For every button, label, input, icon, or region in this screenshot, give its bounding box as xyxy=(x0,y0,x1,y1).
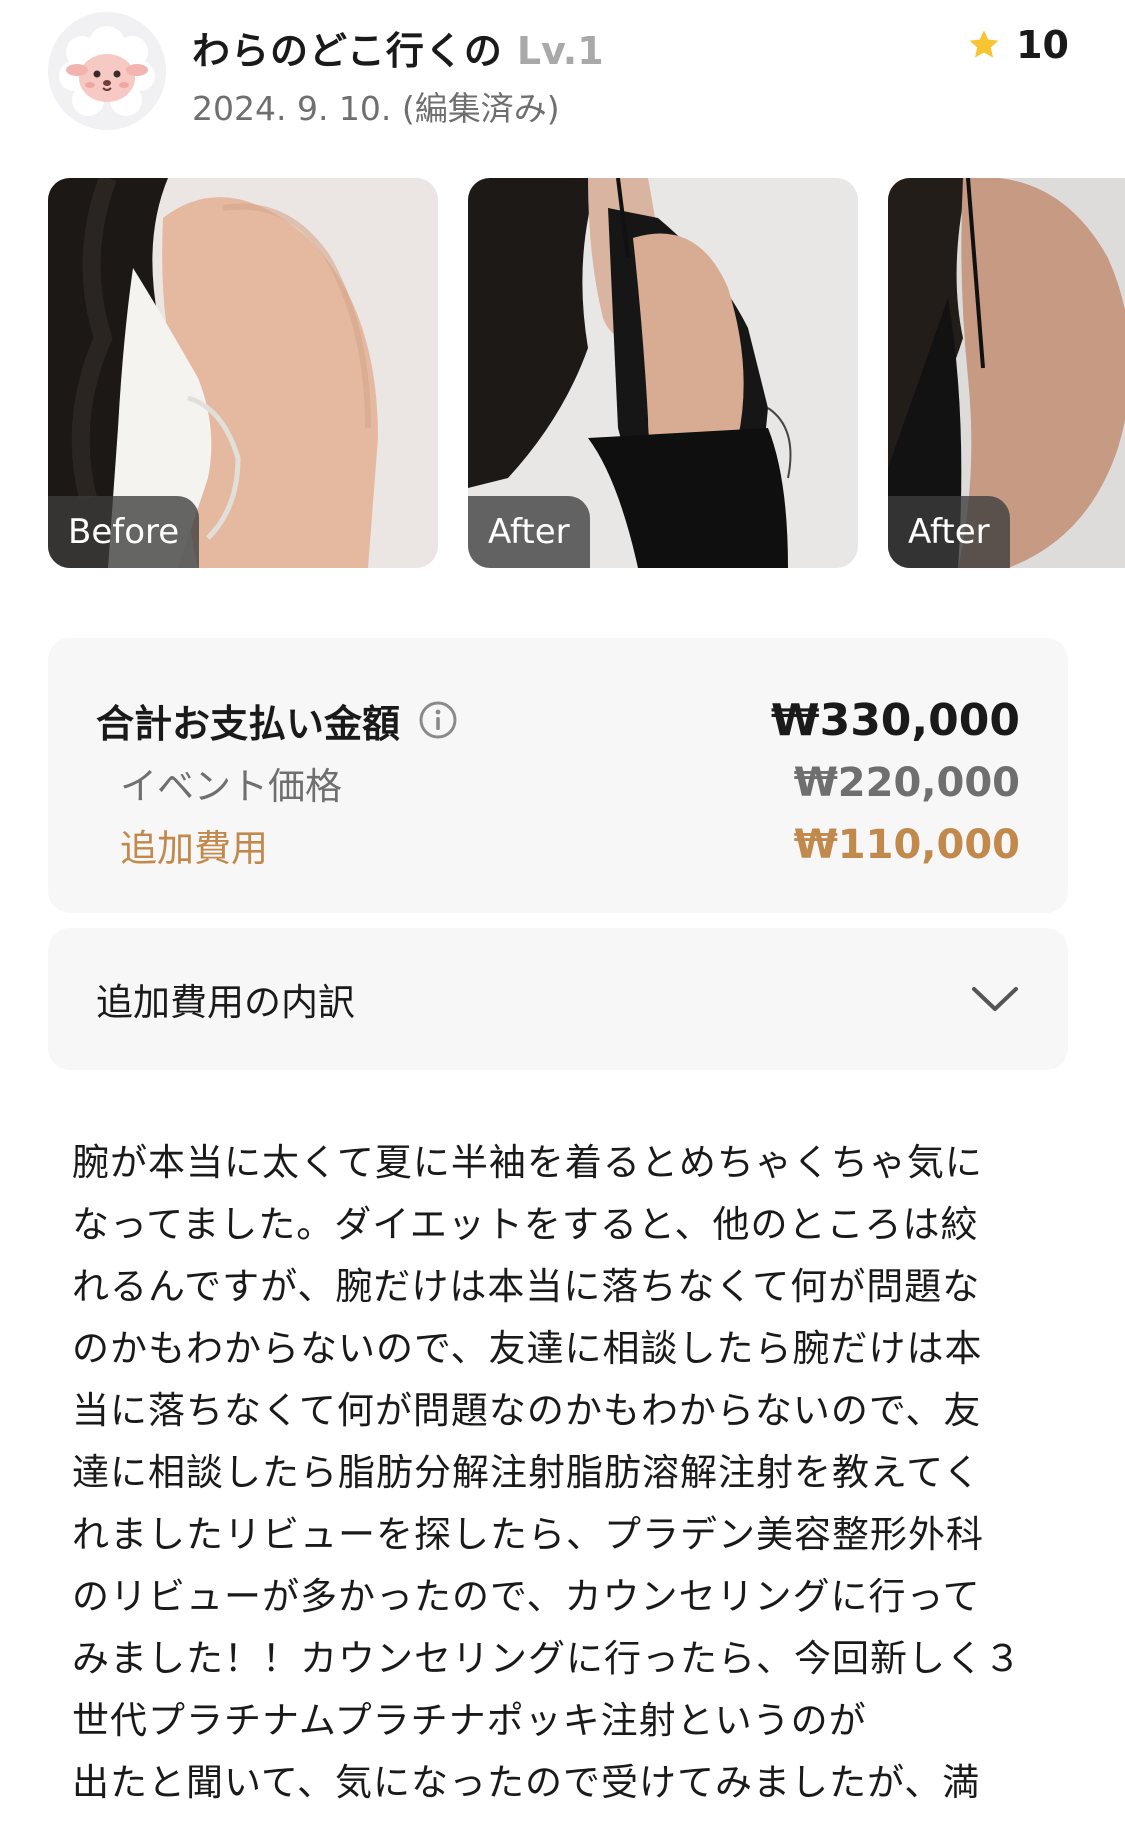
info-icon[interactable] xyxy=(418,700,458,740)
event-price-value: ₩220,000 xyxy=(793,760,1020,806)
before-photo[interactable]: Before xyxy=(48,178,438,568)
after-photo-1[interactable]: After xyxy=(468,178,858,568)
review-line: 腕が本当に太くて夏に半袖を着るとめちゃくちゃ気に xyxy=(72,1141,983,1184)
review-line: れるんですが、腕だけは本当に落ちなくて何が問題な xyxy=(72,1265,981,1308)
post-date: 2024. 9. 10. (編集済み) xyxy=(192,89,560,128)
breakdown-label: 追加費用の内訳 xyxy=(96,981,355,1024)
total-value: ₩330,000 xyxy=(771,694,1020,746)
after-tag-2: After xyxy=(888,496,1010,568)
sheep-avatar-icon xyxy=(48,12,166,130)
chevron-down-icon xyxy=(972,987,1018,1011)
star-icon xyxy=(969,30,999,58)
review-line: のかもわからないので、友達に相談したら腕だけは本 xyxy=(72,1327,983,1370)
photo-carousel[interactable]: Before After After xyxy=(0,178,1125,568)
review-line: なってました。ダイエットをすると、他のところは絞 xyxy=(72,1203,979,1246)
after-tag-1: After xyxy=(468,496,590,568)
review-line: 世代プラチナムプラチナポッキ注射というのが xyxy=(72,1699,867,1742)
extra-cost-label: 追加費用 xyxy=(120,827,268,870)
rating-value: 10 xyxy=(1016,23,1069,67)
after-photo-2[interactable]: After xyxy=(888,178,1125,568)
extra-cost-value: ₩110,000 xyxy=(793,822,1020,868)
user-name[interactable]: わらのどこ行くの xyxy=(192,20,503,75)
review-text: 腕が本当に太くて夏に半袖を着るとめちゃくちゃ気に なってました。ダイエットをする… xyxy=(72,1132,1062,1814)
event-price-row: イベント価格 ₩220,000 xyxy=(96,756,1020,810)
review-line: 達に相談したら脂肪分解注射脂肪溶解注射を教えてく xyxy=(72,1451,982,1494)
review-line: みました！！カウンセリングに行ったら、今回新しく３ xyxy=(72,1637,1022,1680)
review-line: 出たと聞いて、気になったので受けてみましたが、満 xyxy=(72,1761,981,1804)
review-line: のリビューが多かったので、カウンセリングに行って xyxy=(72,1575,981,1618)
extra-cost-breakdown-toggle[interactable]: 追加費用の内訳 xyxy=(48,928,1068,1070)
payment-summary: 合計お支払い金額 ₩330,000 イベント価格 ₩220,000 追加費用 ₩… xyxy=(48,638,1068,913)
review-line: れましたリビューを探したら、プラデン美容整形外科 xyxy=(72,1513,984,1556)
extra-cost-row: 追加費用 ₩110,000 xyxy=(96,818,1020,872)
avatar[interactable] xyxy=(48,12,166,130)
review-header: わらのどこ行くの Lv.1 2024. 9. 10. (編集済み) 10 xyxy=(0,0,1125,150)
user-level-badge: Lv.1 xyxy=(516,29,604,73)
event-price-label: イベント価格 xyxy=(120,765,342,808)
user-name-row: わらのどこ行くの Lv.1 xyxy=(192,20,604,73)
rating: 10 xyxy=(966,20,1069,70)
review-line: 当に落ちなくて何が問題なのかもわからないので、友 xyxy=(72,1389,982,1432)
total-label: 合計お支払い金額 xyxy=(96,701,401,746)
before-tag: Before xyxy=(48,496,200,568)
total-row: 合計お支払い金額 ₩330,000 xyxy=(96,690,1020,750)
